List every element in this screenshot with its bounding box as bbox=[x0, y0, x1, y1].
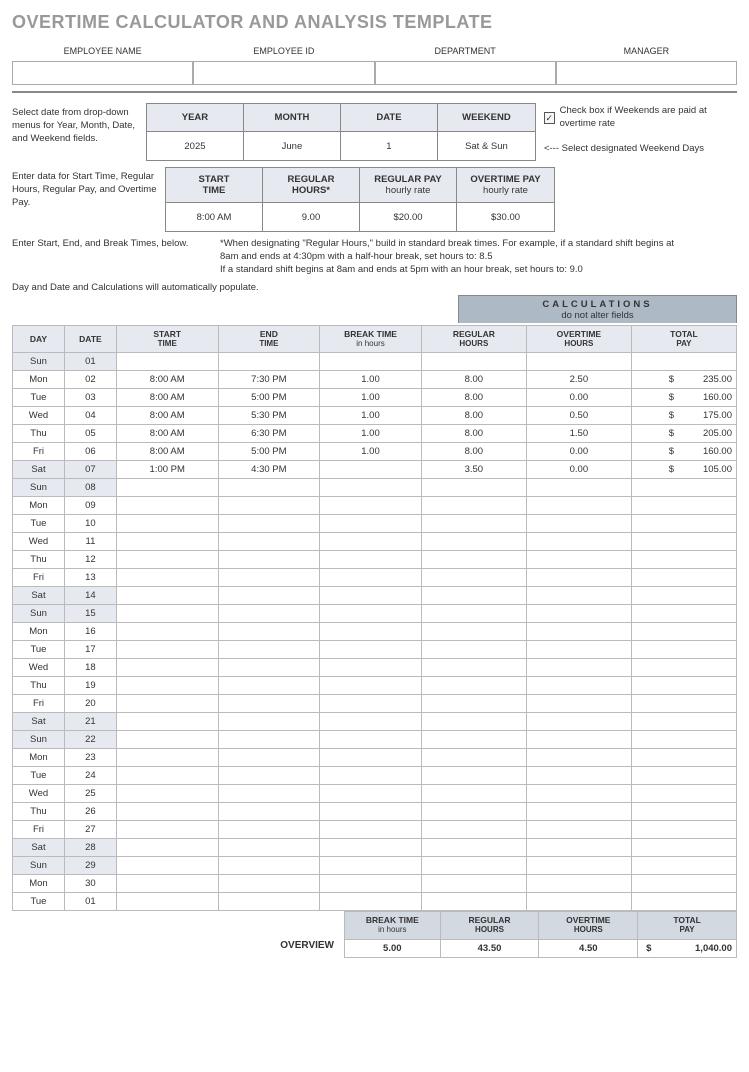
table-row: Sun01 bbox=[13, 353, 737, 371]
ov-break-header: BREAK TIMEin hours bbox=[345, 912, 441, 939]
table-row: Wed11 bbox=[13, 533, 737, 551]
emp-id-input[interactable] bbox=[193, 61, 374, 85]
table-row: Tue24 bbox=[13, 767, 737, 785]
emp-name-input[interactable] bbox=[12, 61, 193, 85]
ov-ot-header: OVERTIMEHOURS bbox=[539, 912, 638, 939]
year-header: YEAR bbox=[147, 104, 244, 132]
overview-table: BREAK TIMEin hours REGULARHOURS OVERTIME… bbox=[344, 911, 737, 957]
date-grid: YEAR MONTH DATE WEEKEND 2025 June 1 Sat … bbox=[146, 103, 536, 161]
reg-pay-input[interactable]: $20.00 bbox=[360, 203, 457, 231]
start-time-header: STARTTIME bbox=[166, 168, 263, 203]
section-divider bbox=[12, 91, 737, 93]
table-row: Fri13 bbox=[13, 569, 737, 587]
emp-mgr-input[interactable] bbox=[556, 61, 737, 85]
pay-grid: STARTTIME REGULARHOURS* REGULAR PAYhourl… bbox=[165, 167, 555, 232]
weekend-select[interactable]: Sat & Sun bbox=[438, 132, 535, 160]
ov-break-total: 5.00 bbox=[345, 939, 441, 957]
month-select[interactable]: June bbox=[244, 132, 341, 160]
weekend-header: WEEKEND bbox=[438, 104, 535, 132]
reg-pay-header: REGULAR PAYhourly rate bbox=[360, 168, 457, 203]
table-row: Mon028:00 AM7:30 PM1.008.002.50$235.00 bbox=[13, 371, 737, 389]
start-time-input[interactable]: 8:00 AM bbox=[166, 203, 263, 231]
col-break: BREAK TIMEin hours bbox=[320, 326, 422, 353]
col-othrs: OVERTIMEHOURS bbox=[526, 326, 631, 353]
emp-dept-header: DEPARTMENT bbox=[375, 43, 556, 59]
ot-pay-input[interactable]: $30.00 bbox=[457, 203, 554, 231]
emp-name-header: EMPLOYEE NAME bbox=[12, 43, 193, 59]
overview-label: OVERVIEW bbox=[28, 911, 344, 957]
timesheet-table: DAY DATE STARTTIME ENDTIME BREAK TIMEin … bbox=[12, 325, 737, 911]
ov-pay-total: $1,040.00 bbox=[638, 939, 737, 957]
table-row: Wed048:00 AM5:30 PM1.008.000.50$175.00 bbox=[13, 407, 737, 425]
table-row: Sat28 bbox=[13, 839, 737, 857]
weekend-select-note: <--- Select designated Weekend Days bbox=[544, 143, 737, 156]
col-totpay: TOTALPAY bbox=[631, 326, 736, 353]
year-select[interactable]: 2025 bbox=[147, 132, 244, 160]
calculations-banner: CALCULATIONS do not alter fields bbox=[458, 295, 737, 323]
table-row: Fri20 bbox=[13, 695, 737, 713]
table-row: Sat071:00 PM4:30 PM3.500.00$105.00 bbox=[13, 461, 737, 479]
ot-pay-header: OVERTIME PAYhourly rate bbox=[457, 168, 554, 203]
emp-mgr-header: MANAGER bbox=[556, 43, 737, 59]
table-row: Sat21 bbox=[13, 713, 737, 731]
table-row: Mon23 bbox=[13, 749, 737, 767]
enter-times-note: Enter Start, End, and Break Times, below… bbox=[12, 238, 212, 270]
table-row: Thu12 bbox=[13, 551, 737, 569]
reg-hours-input[interactable]: 9.00 bbox=[263, 203, 360, 231]
table-row: Mon30 bbox=[13, 875, 737, 893]
col-date: DATE bbox=[64, 326, 116, 353]
emp-id-header: EMPLOYEE ID bbox=[193, 43, 374, 59]
table-row: Sun22 bbox=[13, 731, 737, 749]
table-row: Tue17 bbox=[13, 641, 737, 659]
table-row: Tue10 bbox=[13, 515, 737, 533]
table-row: Tue01 bbox=[13, 893, 737, 911]
table-row: Mon09 bbox=[13, 497, 737, 515]
ov-ot-total: 4.50 bbox=[539, 939, 638, 957]
table-row: Sun15 bbox=[13, 605, 737, 623]
table-row: Tue038:00 AM5:00 PM1.008.000.00$160.00 bbox=[13, 389, 737, 407]
table-row: Thu26 bbox=[13, 803, 737, 821]
table-row: Thu058:00 AM6:30 PM1.008.001.50$205.00 bbox=[13, 425, 737, 443]
month-header: MONTH bbox=[244, 104, 341, 132]
table-row: Fri27 bbox=[13, 821, 737, 839]
date-header: DATE bbox=[341, 104, 438, 132]
weekend-ot-checkbox[interactable]: ✓ bbox=[544, 112, 555, 124]
table-row: Wed25 bbox=[13, 785, 737, 803]
auto-populate-note: Day and Date and Calculations will autom… bbox=[12, 282, 737, 295]
enter-data-note: Enter data for Start Time, Regular Hours… bbox=[12, 167, 157, 209]
table-row: Wed18 bbox=[13, 659, 737, 677]
page-title: OVERTIME CALCULATOR AND ANALYSIS TEMPLAT… bbox=[12, 12, 737, 33]
col-start: STARTTIME bbox=[116, 326, 218, 353]
table-row: Sun08 bbox=[13, 479, 737, 497]
col-end: ENDTIME bbox=[218, 326, 320, 353]
weekend-ot-label: Check box if Weekends are paid at overti… bbox=[560, 105, 737, 131]
ov-reg-total: 43.50 bbox=[440, 939, 539, 957]
ov-reg-header: REGULARHOURS bbox=[440, 912, 539, 939]
date-select-note: Select date from drop-down menus for Yea… bbox=[12, 103, 138, 145]
table-row: Sun29 bbox=[13, 857, 737, 875]
reg-hours-header: REGULARHOURS* bbox=[263, 168, 360, 203]
table-row: Mon16 bbox=[13, 623, 737, 641]
table-row: Fri068:00 AM5:00 PM1.008.000.00$160.00 bbox=[13, 443, 737, 461]
emp-dept-input[interactable] bbox=[375, 61, 556, 85]
table-row: Thu19 bbox=[13, 677, 737, 695]
regular-hours-footnote: *When designating "Regular Hours," build… bbox=[220, 238, 690, 276]
date-select[interactable]: 1 bbox=[341, 132, 438, 160]
col-day: DAY bbox=[13, 326, 65, 353]
table-row: Sat14 bbox=[13, 587, 737, 605]
col-reghrs: REGULARHOURS bbox=[421, 326, 526, 353]
ov-pay-header: TOTALPAY bbox=[638, 912, 737, 939]
